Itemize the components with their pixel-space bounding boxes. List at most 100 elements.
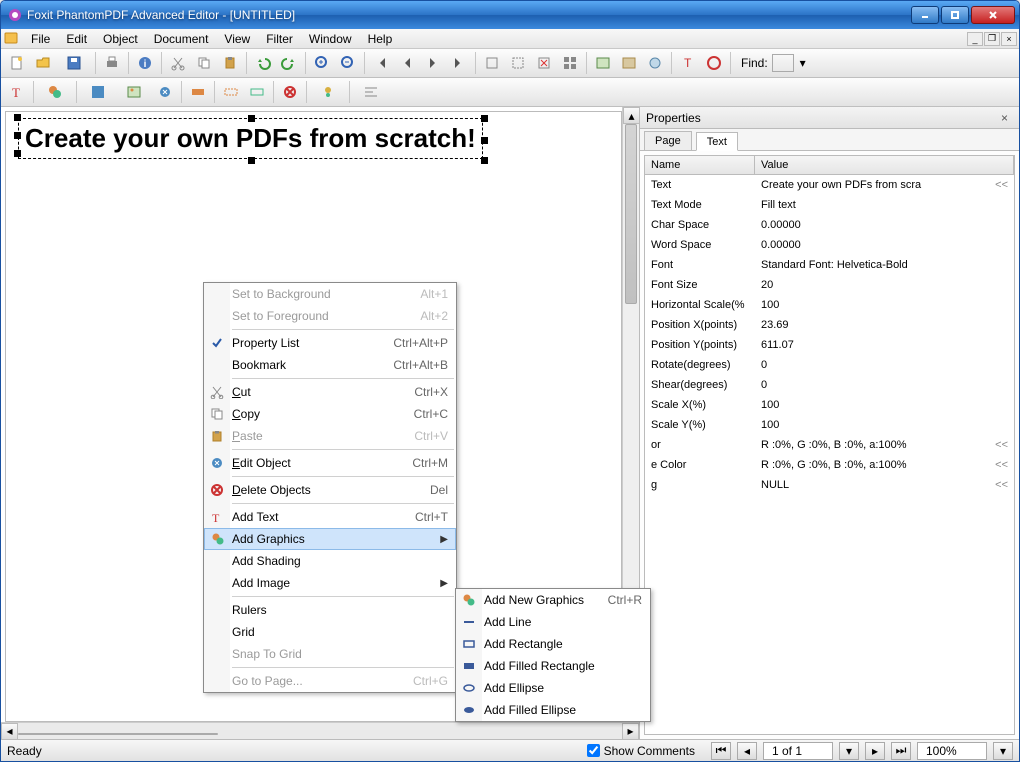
menu-window[interactable]: Window [301, 30, 360, 48]
find-dropdown[interactable]: ▾ [796, 51, 810, 75]
copy-button[interactable] [192, 51, 216, 75]
page-indicator[interactable]: 1 of 1 [763, 742, 833, 760]
menu-document[interactable]: Document [146, 30, 217, 48]
mdi-restore-button[interactable]: ❐ [984, 32, 1000, 46]
last-page-button[interactable] [447, 51, 471, 75]
first-page-nav[interactable]: ⏮ [711, 742, 731, 760]
scroll-up-button[interactable]: ▴ [623, 107, 640, 124]
select-tool-button[interactable] [506, 51, 530, 75]
scroll-left-button[interactable]: ◂ [1, 723, 18, 740]
tab-page[interactable]: Page [644, 131, 692, 150]
property-expand[interactable]: << [989, 457, 1014, 473]
property-row[interactable]: FontStandard Font: Helvetica-Bold [645, 255, 1014, 275]
panel-close-button[interactable]: × [1001, 111, 1015, 125]
horizontal-scrollbar[interactable]: ◂ ▸ [1, 722, 639, 739]
selection-handle[interactable] [248, 157, 255, 164]
menu-view[interactable]: View [216, 30, 258, 48]
minimize-button[interactable] [911, 6, 939, 24]
menu-file[interactable]: File [23, 30, 58, 48]
menu-item-add-graphics[interactable]: Add Graphics▶ [204, 528, 456, 550]
menu-help[interactable]: Help [360, 30, 401, 48]
shape-tool-button[interactable] [311, 80, 345, 104]
highlighter-button[interactable] [702, 51, 726, 75]
submenu-item-add-filled-rectangle[interactable]: Add Filled Rectangle [456, 655, 650, 677]
selection-handle[interactable] [14, 114, 21, 121]
add-text-button[interactable]: T [5, 80, 29, 104]
menu-item-grid[interactable]: Grid [204, 621, 456, 643]
property-expand[interactable]: << [989, 437, 1014, 453]
next-page-button[interactable] [421, 51, 445, 75]
property-row[interactable]: gNULL<< [645, 475, 1014, 495]
next-page-nav[interactable]: ▸ [865, 742, 885, 760]
text-settings-button[interactable]: T [676, 51, 700, 75]
open-button[interactable] [31, 51, 55, 75]
menu-item-delete-objects[interactable]: Delete ObjectsDel [204, 479, 456, 501]
property-expand[interactable]: << [989, 477, 1014, 493]
submenu-item-add-new-graphics[interactable]: Add New GraphicsCtrl+R [456, 589, 650, 611]
info-button[interactable]: i [133, 51, 157, 75]
property-row[interactable]: Scale X(%)100 [645, 395, 1014, 415]
page-dropdown[interactable]: ▾ [839, 742, 859, 760]
property-row[interactable]: Shear(degrees)0 [645, 375, 1014, 395]
menu-item-add-image[interactable]: Add Image▶ [204, 572, 456, 594]
menu-item-edit-object[interactable]: Edit ObjectCtrl+M [204, 452, 456, 474]
zoom-indicator[interactable]: 100% [917, 742, 987, 760]
submenu-item-add-rectangle[interactable]: Add Rectangle [456, 633, 650, 655]
crop-tool-button[interactable] [617, 51, 641, 75]
first-page-button[interactable] [369, 51, 393, 75]
mdi-close-button[interactable]: × [1001, 32, 1017, 46]
scroll-right-button[interactable]: ▸ [622, 723, 639, 740]
submenu-item-add-filled-ellipse[interactable]: Add Filled Ellipse [456, 699, 650, 721]
submenu-item-add-line[interactable]: Add Line [456, 611, 650, 633]
align-tool-button[interactable] [354, 80, 388, 104]
property-row[interactable]: Position X(points)23.69 [645, 315, 1014, 335]
menu-object[interactable]: Object [95, 30, 146, 48]
property-row[interactable]: Rotate(degrees)0 [645, 355, 1014, 375]
property-row[interactable]: Position Y(points)611.07 [645, 335, 1014, 355]
new-button[interactable] [5, 51, 29, 75]
selection-handle[interactable] [14, 132, 21, 139]
property-row[interactable]: TextCreate your own PDFs from scra<< [645, 175, 1014, 195]
menu-item-copy[interactable]: CopyCtrl+C [204, 403, 456, 425]
delete-object-button[interactable] [278, 80, 302, 104]
zoom-in-button[interactable] [310, 51, 334, 75]
property-row[interactable]: Horizontal Scale(%100 [645, 295, 1014, 315]
property-row[interactable]: Scale Y(%)100 [645, 415, 1014, 435]
property-row[interactable]: Char Space0.00000 [645, 215, 1014, 235]
image-tool-button[interactable] [591, 51, 615, 75]
save-button[interactable] [57, 51, 91, 75]
selection-handle[interactable] [248, 115, 255, 122]
property-row[interactable]: Text ModeFill text [645, 195, 1014, 215]
tool-a-button[interactable] [186, 80, 210, 104]
page-layout-button[interactable] [480, 51, 504, 75]
maximize-button[interactable] [941, 6, 969, 24]
show-comments-checkbox[interactable]: Show Comments [587, 744, 695, 758]
property-row[interactable]: Word Space0.00000 [645, 235, 1014, 255]
properties-header-value[interactable]: Value [755, 156, 1014, 174]
zoom-out-button[interactable] [336, 51, 360, 75]
graphics-tool-button[interactable] [643, 51, 667, 75]
tab-text[interactable]: Text [696, 132, 738, 151]
property-row[interactable]: orR :0%, G :0%, B :0%, a:100%<< [645, 435, 1014, 455]
find-input[interactable] [772, 54, 794, 72]
selection-handle[interactable] [481, 157, 488, 164]
property-expand[interactable]: << [989, 177, 1014, 193]
print-button[interactable] [100, 51, 124, 75]
close-button[interactable] [971, 6, 1015, 24]
selection-handle[interactable] [481, 137, 488, 144]
menu-item-add-shading[interactable]: Add Shading [204, 550, 456, 572]
last-page-nav[interactable]: ⏭ [891, 742, 911, 760]
cut-button[interactable] [166, 51, 190, 75]
delete-page-button[interactable] [532, 51, 556, 75]
selected-text-object[interactable]: Create your own PDFs from scratch! [18, 118, 483, 159]
submenu-item-add-ellipse[interactable]: Add Ellipse [456, 677, 650, 699]
selection-handle[interactable] [14, 150, 21, 157]
menu-item-cut[interactable]: CutCtrl+X [204, 381, 456, 403]
prev-page-nav[interactable]: ◂ [737, 742, 757, 760]
menu-edit[interactable]: Edit [58, 30, 95, 48]
properties-header-name[interactable]: Name [645, 156, 755, 174]
undo-button[interactable] [251, 51, 275, 75]
selection-handle[interactable] [481, 115, 488, 122]
menu-item-rulers[interactable]: Rulers [204, 599, 456, 621]
mdi-minimize-button[interactable]: _ [967, 32, 983, 46]
